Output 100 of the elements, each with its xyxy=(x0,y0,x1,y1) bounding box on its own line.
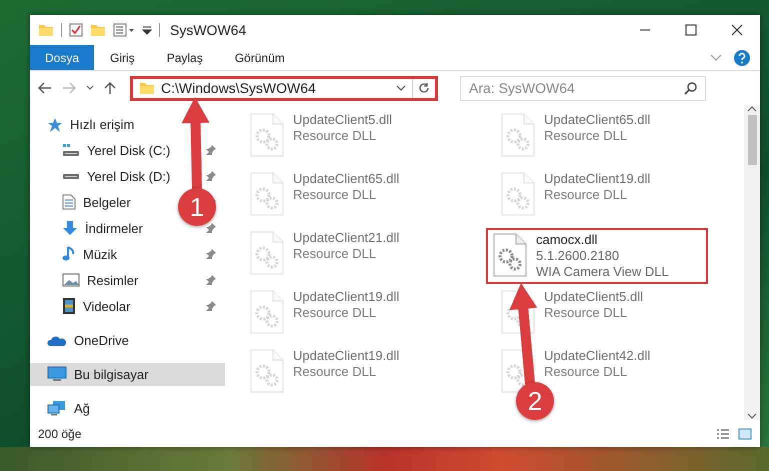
picture-icon xyxy=(62,273,80,288)
cloud-icon xyxy=(47,334,67,347)
nav-item[interactable]: İndirmeler xyxy=(30,216,180,240)
nav-item[interactable]: OneDrive xyxy=(30,328,225,352)
recent-dropdown-icon[interactable] xyxy=(86,85,94,91)
ribbon-tab[interactable]: Görünüm xyxy=(218,45,301,70)
scroll-up-icon[interactable] xyxy=(747,105,757,113)
nav-item[interactable]: Videolar xyxy=(30,294,180,318)
nav-item-label: Yerel Disk (D:) xyxy=(87,168,170,184)
gears-file-icon xyxy=(500,171,536,217)
file-detail: Resource DLL xyxy=(293,187,378,202)
nav-item[interactable]: Resimler xyxy=(30,268,180,292)
network-icon xyxy=(47,400,67,416)
folder-icon xyxy=(139,81,155,95)
file-name: UpdateClient21.dll xyxy=(293,230,400,245)
file-detail: 5.1.2600.2180 xyxy=(536,248,620,263)
nav-item[interactable]: Yerel Disk (D:) xyxy=(30,164,180,188)
refresh-icon[interactable] xyxy=(418,82,430,94)
nav-item[interactable]: Yerel Disk (C:) xyxy=(30,138,180,162)
nav-item-label: Hızlı erişim xyxy=(70,117,134,132)
file-name: UpdateClient19.dll xyxy=(544,171,650,186)
gears-file-icon xyxy=(249,348,285,394)
address-field[interactable]: C:\Windows\SysWOW64 xyxy=(130,76,438,100)
close-icon xyxy=(731,24,743,36)
file-name: UpdateClient19.dll xyxy=(293,289,400,304)
file-detail: Resource DLL xyxy=(293,305,378,320)
file-name: UpdateClient5.dll xyxy=(293,112,392,127)
file-name: UpdateClient5.dll xyxy=(544,289,644,304)
file-name: UpdateClient65.dll xyxy=(544,112,650,127)
file-detail: Resource DLL xyxy=(293,246,378,261)
item-count: 200 öğe xyxy=(38,426,82,440)
file-detail: WIA Camera View DLL xyxy=(536,264,669,279)
file-tile[interactable]: UpdateClient19.dll Resource DLL xyxy=(245,346,467,396)
gears-file-icon xyxy=(249,112,285,158)
nav-item-label: Ağ xyxy=(74,400,90,416)
scrollbar-thumb[interactable] xyxy=(748,115,756,165)
back-arrow-icon[interactable] xyxy=(38,82,52,94)
nav-item-label: Müzik xyxy=(83,246,117,262)
drive-icon xyxy=(62,172,80,180)
search-field[interactable]: Ara: SysWOW64 xyxy=(460,76,706,100)
file-detail: Resource DLL xyxy=(544,305,628,320)
file-name: camocx.dll xyxy=(536,232,598,247)
nav-item-label: İndirmeler xyxy=(85,220,143,236)
details-view-icon[interactable] xyxy=(716,428,730,440)
gears-file-icon xyxy=(249,230,285,276)
nav-item-label: Resimler xyxy=(87,272,138,288)
ribbon-tab[interactable]: Giriş xyxy=(94,45,151,70)
file-detail: Resource DLL xyxy=(544,187,628,202)
help-icon[interactable] xyxy=(734,50,750,66)
nav-item-label: Yerel Disk (C:) xyxy=(87,142,170,158)
nav-item[interactable]: Bu bilgisayar xyxy=(30,362,225,386)
chevron-down-icon[interactable] xyxy=(396,85,406,91)
file-tile[interactable]: UpdateClient19.dll Resource DLL xyxy=(245,287,467,337)
scrollbar[interactable] xyxy=(744,105,760,420)
nav-item[interactable]: Ağ xyxy=(30,396,225,420)
address-path: C:\Windows\SysWOW64 xyxy=(161,80,317,96)
file-tile[interactable]: UpdateClient21.dll Resource DLL xyxy=(245,228,467,278)
file-tile[interactable]: UpdateClient65.dll Resource DLL xyxy=(245,169,467,219)
up-arrow-icon[interactable] xyxy=(104,81,116,95)
file-detail: Resource DLL xyxy=(544,364,628,379)
view-menu-icon[interactable] xyxy=(113,23,135,37)
computer-icon xyxy=(47,366,67,382)
search-icon xyxy=(684,82,697,94)
properties-icon[interactable] xyxy=(69,23,83,37)
file-name: UpdateClient65.dll xyxy=(293,171,400,186)
file-tile[interactable]: camocx.dll 5.1.2600.2180 WIA Camera View DLL xyxy=(486,228,708,284)
nav-item[interactable]: Müzik xyxy=(30,242,180,266)
file-tile[interactable]: UpdateClient19.dll Resource DLL xyxy=(486,169,708,219)
file-tile[interactable]: UpdateClient65.dll Resource DLL xyxy=(486,110,708,160)
download-arrow-icon xyxy=(62,220,78,236)
maximize-icon xyxy=(685,24,697,36)
new-folder-icon xyxy=(90,23,106,37)
customize-dropdown-icon[interactable] xyxy=(142,24,152,36)
drive-icon xyxy=(62,143,80,158)
file-detail: Resource DLL xyxy=(293,128,378,143)
file-detail: Resource DLL xyxy=(293,364,378,379)
gears-file-icon xyxy=(500,112,536,158)
star-icon xyxy=(47,116,63,133)
nav-item[interactable]: Belgeler xyxy=(30,190,180,214)
large-icons-view-icon[interactable] xyxy=(738,428,752,440)
document-icon xyxy=(62,194,76,210)
gears-file-icon xyxy=(492,232,528,278)
nav-item-label: Belgeler xyxy=(83,194,131,210)
file-name: UpdateClient42.dll xyxy=(544,348,650,363)
folder-icon xyxy=(38,23,54,37)
gears-file-icon xyxy=(249,171,285,217)
file-detail: Resource DLL xyxy=(544,128,628,143)
nav-item-label: Bu bilgisayar xyxy=(74,366,148,382)
music-note-icon xyxy=(62,246,76,262)
nav-item-label: Videolar xyxy=(83,298,130,314)
file-tile[interactable]: UpdateClient5.dll Resource DLL xyxy=(245,110,467,160)
file-name: UpdateClient19.dll xyxy=(293,348,400,363)
film-icon xyxy=(62,297,76,316)
scroll-down-icon[interactable] xyxy=(747,412,757,420)
nav-item[interactable]: Hızlı erişim xyxy=(30,113,225,136)
ribbon-tab[interactable]: Paylaş xyxy=(150,45,219,70)
window-title: SysWOW64 xyxy=(170,22,246,38)
ribbon-tab[interactable]: Dosya xyxy=(30,45,94,70)
nav-item-label: OneDrive xyxy=(74,333,129,348)
gears-file-icon xyxy=(249,289,285,335)
